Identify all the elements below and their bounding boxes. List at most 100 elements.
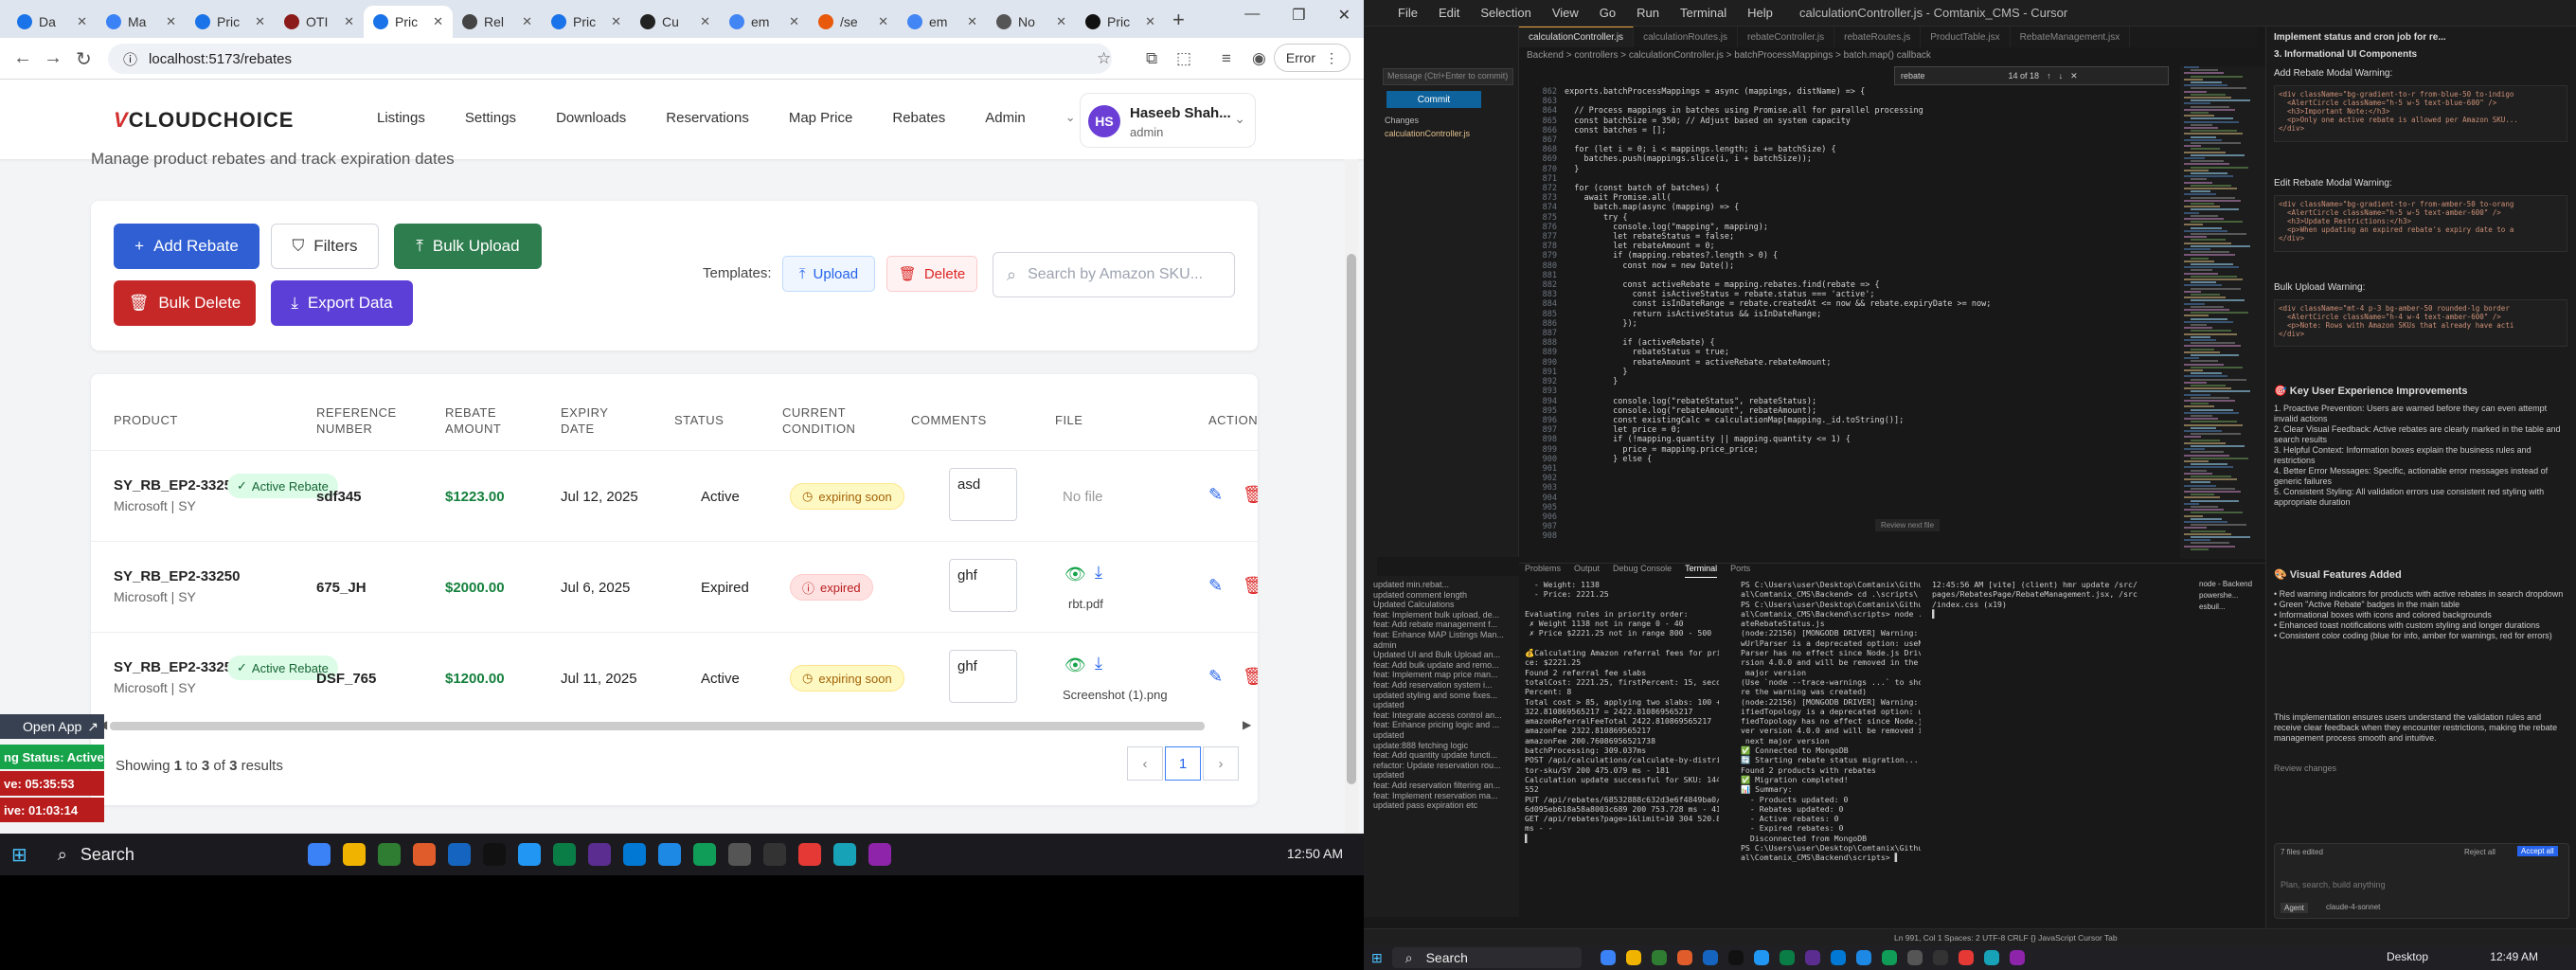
close-icon[interactable]: ✕ — [1145, 14, 1155, 29]
minimize-icon[interactable]: — — [1244, 6, 1260, 25]
delete-icon[interactable]: 🗑 — [1243, 667, 1258, 687]
taskbar-app-icon[interactable] — [868, 843, 891, 866]
brand-logo[interactable]: VCLOUDCHOICE — [114, 108, 294, 133]
editor-tab[interactable]: rebateRoutes.js — [1834, 27, 1922, 47]
panel-tab[interactable]: Terminal — [1685, 564, 1718, 578]
terminal-scripts[interactable]: PS C:\Users\user\Desktop\Comtanix\Github… — [1741, 580, 1921, 913]
accept-all-button[interactable]: Accept all — [2517, 846, 2558, 856]
git-commit[interactable]: feat: Add rebate management f... — [1373, 620, 1497, 629]
git-commit[interactable]: feat: Implement reservation ma... — [1373, 791, 1498, 800]
git-commit[interactable]: feat: Add reservation filtering an... — [1373, 781, 1500, 790]
taskbar-app-icon[interactable] — [1830, 950, 1846, 965]
nav-reservations[interactable]: Reservations — [666, 110, 749, 126]
nav-downloads[interactable]: Downloads — [556, 110, 626, 126]
git-commit[interactable]: Updated Calculations — [1373, 600, 1455, 609]
editor-tab[interactable]: RebateManagement.jsx — [2011, 27, 2131, 47]
site-info-icon[interactable]: ⓘ — [123, 49, 137, 69]
windows-start-icon[interactable]: ⊞ — [11, 843, 27, 867]
taskbar-app-icon[interactable] — [727, 843, 751, 866]
user-menu[interactable]: HS Haseeb Shah... admin ⌄ — [1080, 93, 1256, 148]
nav-listings[interactable]: Listings — [377, 110, 425, 126]
panel-tab[interactable]: Ports — [1730, 564, 1750, 578]
taskbar-app-icon[interactable] — [622, 843, 646, 866]
browser-tab[interactable]: Ma ✕ — [97, 6, 186, 38]
panel-tab[interactable]: Debug Console — [1613, 564, 1672, 578]
minimap[interactable] — [2180, 66, 2265, 559]
browser-tab[interactable]: em ✕ — [720, 6, 809, 38]
review-next-file-hint[interactable]: Review next file — [1875, 519, 1941, 531]
menu-selection[interactable]: Selection — [1480, 6, 1530, 20]
file-name[interactable]: rbt.pdf — [1068, 597, 1103, 611]
nav-rebates[interactable]: Rebates — [892, 110, 945, 126]
delete-icon[interactable]: 🗑 — [1243, 485, 1258, 505]
git-commit[interactable]: refactor: Update reservation rou... — [1373, 761, 1501, 770]
panel-tab[interactable]: Problems — [1525, 564, 1561, 578]
git-commit[interactable]: admin — [1373, 640, 1397, 650]
git-commit[interactable]: feat: Enhance MAP Listings Man... — [1373, 630, 1504, 639]
menu-file[interactable]: File — [1398, 6, 1418, 20]
next-page-button[interactable]: › — [1203, 746, 1239, 781]
terminal-instance[interactable]: powershe... — [2199, 591, 2265, 600]
close-icon[interactable]: ✕ — [522, 14, 532, 29]
profile-icon[interactable]: ◉ — [1252, 49, 1266, 68]
git-commit[interactable]: updated — [1373, 700, 1404, 710]
editor-tab[interactable]: calculationRoutes.js — [1634, 27, 1738, 47]
close-icon[interactable]: ✕ — [77, 14, 87, 29]
git-commit[interactable]: updated styling and some fixes... — [1373, 691, 1497, 700]
terminal-instance[interactable]: node - Backend — [2199, 580, 2265, 588]
bulk-upload-button[interactable]: ⤒ Bulk Upload — [394, 224, 542, 269]
close-icon[interactable]: ✕ — [255, 14, 265, 29]
editor-tab[interactable]: calculationController.js — [1519, 27, 1635, 47]
menu-go[interactable]: Go — [1600, 6, 1616, 20]
horizontal-scrollbar[interactable] — [110, 722, 1205, 730]
menu-terminal[interactable]: Terminal — [1680, 6, 1726, 20]
browser-tab[interactable]: Pric ✕ — [1076, 6, 1165, 38]
taskbar-app-icon[interactable] — [1932, 950, 1948, 965]
close-icon[interactable]: ✕ — [967, 14, 977, 29]
taskbar-app-icon[interactable] — [377, 843, 401, 866]
taskbar-app-icon[interactable] — [587, 843, 611, 866]
git-commit[interactable]: updated pass expiration etc — [1373, 800, 1477, 810]
changes-header[interactable]: Changes — [1385, 116, 1419, 125]
browser-tab[interactable]: No ✕ — [987, 6, 1076, 38]
nav-settings[interactable]: Settings — [465, 110, 516, 126]
git-commit[interactable]: updated comment length — [1373, 590, 1467, 600]
terminal-vite[interactable]: 12:45:56 AM [vite] (client) hmr update /… — [1932, 580, 2169, 913]
taskbar-app-icon[interactable] — [517, 843, 541, 866]
browser-tab[interactable]: Pric ✕ — [186, 6, 275, 38]
editor-tab[interactable]: ProductTable.jsx — [1921, 27, 2011, 47]
menu-view[interactable]: View — [1552, 6, 1579, 20]
taskbar-app-icon[interactable] — [1906, 950, 1923, 965]
taskbar-app-icon[interactable] — [1600, 950, 1616, 965]
taskbar-app-icon[interactable] — [692, 843, 716, 866]
close-icon[interactable]: ✕ — [2070, 71, 2078, 81]
comment-field[interactable]: asd — [949, 468, 1017, 521]
back-icon[interactable]: ← — [13, 47, 32, 69]
taskbar-app-icon[interactable] — [552, 843, 576, 866]
find-query[interactable]: rebate — [1901, 71, 1925, 81]
scroll-right-icon[interactable]: ▶ — [1243, 718, 1251, 731]
file-name[interactable]: Screenshot (1).png — [1063, 688, 1168, 702]
editor-tab[interactable]: rebateController.js — [1738, 27, 1835, 47]
taskbar-app-icon[interactable] — [1881, 950, 1897, 965]
git-commit[interactable]: updated — [1373, 730, 1404, 740]
model-selector[interactable]: claude-4-sonnet — [2326, 903, 2380, 911]
template-delete-button[interactable]: 🗑 Delete — [886, 256, 977, 292]
filters-button[interactable]: ⛉ Filters — [271, 224, 379, 269]
open-app-button[interactable]: Open App ↗ — [0, 714, 104, 739]
git-commit[interactable]: feat: Add quantity update functi... — [1373, 750, 1497, 760]
browser-tab[interactable]: Rel ✕ — [453, 6, 542, 38]
panel-tab[interactable]: Output — [1574, 564, 1600, 578]
edit-icon[interactable]: ✎ — [1208, 576, 1223, 596]
clock[interactable]: 12:50 AM — [1287, 846, 1343, 861]
taskbar-app-icon[interactable] — [307, 843, 331, 866]
reload-icon[interactable]: ↻ — [76, 47, 92, 71]
taskbar-app-icon[interactable] — [657, 843, 681, 866]
export-data-button[interactable]: ⤓ Export Data — [271, 280, 413, 326]
edit-icon[interactable]: ✎ — [1208, 667, 1223, 687]
close-icon[interactable]: ✕ — [700, 14, 710, 29]
close-icon[interactable]: ✕ — [611, 14, 621, 29]
download-file-icon[interactable]: ⤓ — [1095, 654, 1102, 674]
taskbar-app-icon[interactable] — [2009, 950, 2025, 965]
taskbar-app-icon[interactable] — [1855, 950, 1871, 965]
